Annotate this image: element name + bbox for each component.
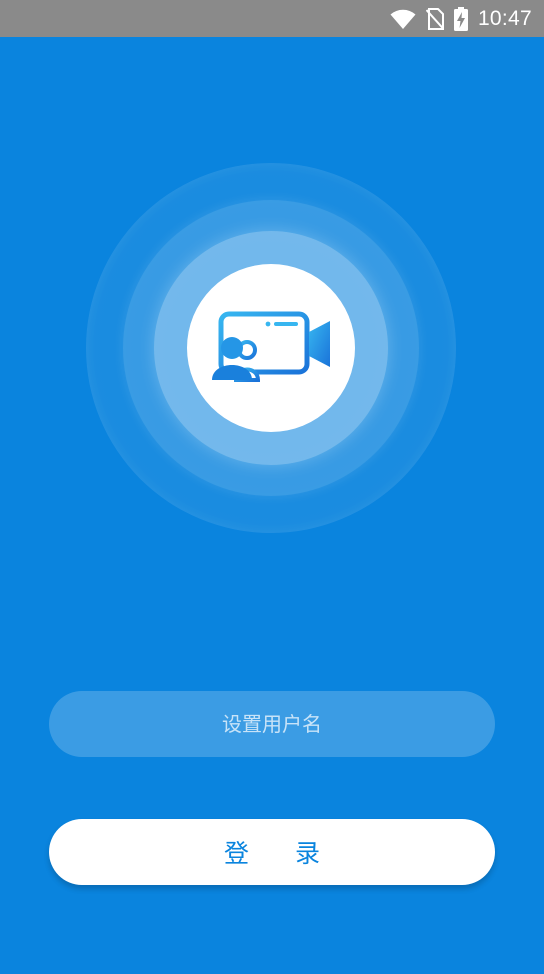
username-input[interactable] (49, 690, 495, 758)
app-logo (86, 163, 456, 533)
status-time: 10:47 (477, 6, 532, 30)
video-call-icon (209, 310, 333, 386)
login-screen: 10:47 设置用户名 登录 (0, 0, 544, 974)
username-field[interactable] (49, 690, 495, 758)
no-sim-icon (425, 7, 444, 30)
logo-disc (187, 264, 355, 432)
wifi-icon (390, 8, 416, 30)
battery-charging-icon (453, 6, 468, 31)
login-button-label: 登录 (223, 839, 366, 868)
status-icons: 10:47 (390, 0, 532, 37)
login-button[interactable]: 登录 (49, 819, 495, 885)
status-bar: 10:47 (0, 0, 544, 37)
